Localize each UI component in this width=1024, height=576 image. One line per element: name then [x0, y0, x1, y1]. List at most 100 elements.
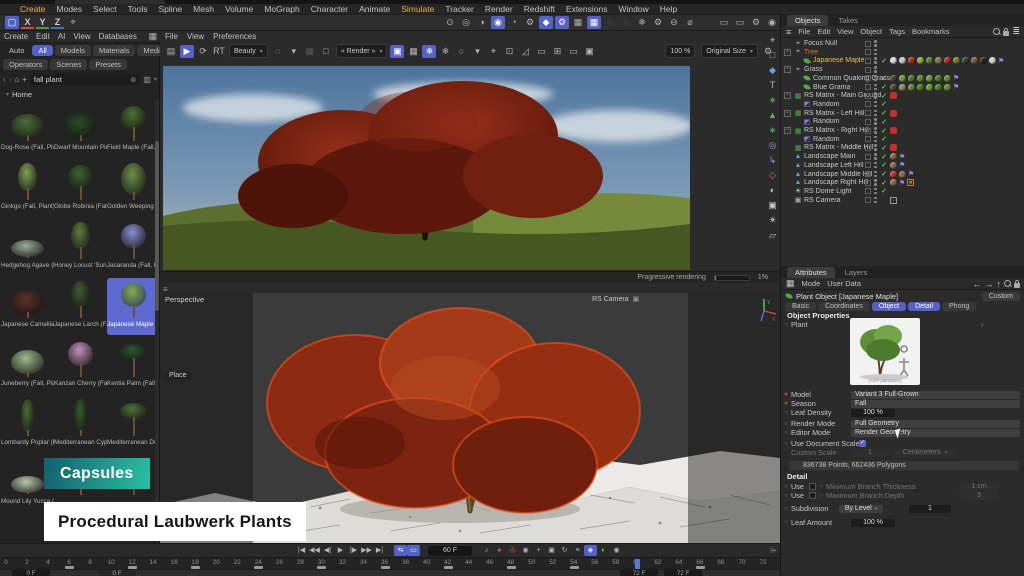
- expander-icon[interactable]: −: [784, 92, 791, 99]
- material-tag[interactable]: [890, 179, 897, 186]
- record-icon[interactable]: ●: [493, 545, 506, 556]
- pass-dropdown[interactable]: Beauty▾: [229, 44, 268, 58]
- attr-tabbtn-phong[interactable]: Phong: [942, 302, 976, 311]
- visibility-dots[interactable]: [874, 171, 877, 178]
- menu-create[interactable]: Create: [20, 4, 46, 14]
- object-row[interactable]: ▦RS Matrix - Middle Hill✓: [781, 143, 1024, 152]
- redshift-tag[interactable]: [890, 110, 897, 117]
- image-icon[interactable]: ▭: [534, 45, 548, 58]
- material-tag[interactable]: [908, 75, 915, 82]
- material-tag[interactable]: [890, 153, 897, 160]
- ab-menu-databases[interactable]: Databases: [99, 32, 137, 41]
- asset-item[interactable]: Japanese Larch (Fall, Pl...: [54, 278, 107, 335]
- visibility-dots[interactable]: [874, 92, 877, 99]
- object-row[interactable]: ▲Landscape Main✓⚑: [781, 152, 1024, 161]
- goto-end-icon[interactable]: ▶|: [373, 545, 386, 556]
- asset-item[interactable]: Mediterranean Cypres...: [54, 396, 107, 453]
- rendered-image[interactable]: [163, 66, 690, 270]
- region-arrow-icon[interactable]: ▾: [470, 45, 484, 58]
- visibility-dots[interactable]: [874, 57, 877, 64]
- material-tag[interactable]: [890, 57, 897, 64]
- picture-viewer-icon[interactable]: ▭: [566, 45, 580, 58]
- enabled-check[interactable]: ✓: [880, 187, 888, 195]
- max-branch-use-checkbox[interactable]: [809, 492, 816, 499]
- visibility-dots[interactable]: [874, 136, 877, 143]
- generator-icon[interactable]: ∗: [766, 94, 779, 107]
- object-row[interactable]: Common Quaking Grass✓⚑: [781, 74, 1024, 83]
- asset-item[interactable]: Lombardy Poplar (Fall...: [1, 396, 54, 453]
- layer-box[interactable]: [865, 128, 871, 134]
- menu-animate[interactable]: Animate: [359, 4, 390, 14]
- slope-icon[interactable]: ◿: [518, 45, 532, 58]
- size-dropdown[interactable]: Original Size▾: [701, 44, 758, 58]
- material-tag[interactable]: [944, 84, 951, 91]
- visibility-dots[interactable]: [874, 118, 877, 125]
- menu-help[interactable]: Help: [660, 4, 677, 14]
- asset-item[interactable]: Mediterranean Dwarf ...: [107, 396, 156, 453]
- object-row[interactable]: −⌖Tree: [781, 48, 1024, 57]
- object-row[interactable]: ◩Random✓: [781, 100, 1024, 109]
- subdivision-mode-dropdown[interactable]: By Level▾: [839, 505, 883, 513]
- material-tag[interactable]: [899, 57, 906, 64]
- render-settings-icon[interactable]: ⚙: [749, 16, 763, 29]
- snap-enable-icon[interactable]: ◉: [491, 16, 505, 29]
- enabled-check[interactable]: ✓: [880, 170, 888, 178]
- prev-key-icon[interactable]: ◀◀: [308, 545, 321, 556]
- end-frame-field[interactable]: 72 F: [664, 570, 702, 576]
- phong-tag[interactable]: ⚑: [908, 170, 914, 178]
- filter-tab-materials[interactable]: Materials: [93, 45, 135, 56]
- solo-on-icon[interactable]: ◉: [610, 545, 623, 556]
- end-frame-field[interactable]: 72 F: [620, 570, 658, 576]
- aov-icon[interactable]: ◌: [271, 45, 285, 58]
- layer-box[interactable]: [865, 101, 871, 107]
- attr-tabbtn-object[interactable]: Object: [872, 302, 906, 311]
- layer-box[interactable]: [865, 119, 871, 125]
- autokey-icon[interactable]: Ⓐ: [506, 545, 519, 556]
- asset-item[interactable]: Dwarf Mountain Pine (...: [54, 101, 107, 158]
- enabled-check[interactable]: ✓: [880, 100, 888, 108]
- snapshot-compare-icon[interactable]: ❄: [438, 45, 452, 58]
- spline-icon[interactable]: ◎: [766, 139, 779, 152]
- om-tab-takes[interactable]: Takes: [830, 15, 866, 26]
- pen-icon[interactable]: ▱: [766, 229, 779, 242]
- ab-menu-create[interactable]: Create: [4, 32, 28, 41]
- next-key-icon[interactable]: ▶▶: [360, 545, 373, 556]
- object-row[interactable]: −⌖Grass: [781, 65, 1024, 74]
- enabled-check[interactable]: ✓: [880, 127, 888, 135]
- material-tag[interactable]: [890, 162, 897, 169]
- enabled-check[interactable]: ✓: [880, 135, 888, 143]
- layer-box[interactable]: [865, 154, 871, 160]
- om-menu-object[interactable]: Object: [860, 27, 882, 36]
- ik-gear-icon[interactable]: ⚙: [523, 16, 537, 29]
- visibility-dots[interactable]: [874, 101, 877, 108]
- expander-icon[interactable]: −: [784, 66, 791, 73]
- attr-tab-layers[interactable]: Layers: [837, 267, 876, 278]
- record-parameter-icon[interactable]: ≡: [571, 545, 584, 556]
- ab-menu-edit[interactable]: Edit: [36, 32, 50, 41]
- coordinate-system-icon[interactable]: ⌖: [66, 16, 80, 29]
- enabled-check[interactable]: ✓: [880, 92, 888, 100]
- rv-menu-view[interactable]: View: [187, 32, 204, 41]
- dropdown-arrow-icon[interactable]: ▾: [287, 45, 301, 58]
- menu-mograph[interactable]: MoGraph: [264, 4, 299, 14]
- text-icon[interactable]: T: [766, 79, 779, 92]
- menu-tracker[interactable]: Tracker: [445, 4, 474, 14]
- menu-modes[interactable]: Modes: [57, 4, 83, 14]
- menu-simulate[interactable]: Simulate: [401, 4, 434, 14]
- material-tag[interactable]: [908, 84, 915, 91]
- cloner-icon[interactable]: ▲: [766, 109, 779, 122]
- prev-frame-icon[interactable]: ◀|: [321, 545, 334, 556]
- menu-redshift[interactable]: Redshift: [524, 4, 555, 14]
- material-tag[interactable]: [890, 75, 897, 82]
- object-row[interactable]: ⌖Focus Null: [781, 39, 1024, 48]
- visibility-dots[interactable]: [874, 49, 877, 56]
- add-icon[interactable]: +: [22, 75, 27, 84]
- object-row[interactable]: ☀RS Dome Light✓: [781, 187, 1024, 196]
- ab-menu-view[interactable]: View: [73, 32, 90, 41]
- lock-icon[interactable]: ▣: [390, 45, 404, 58]
- asset-item[interactable]: Japanese Camellia (Fal...: [1, 278, 54, 335]
- record-scale-icon[interactable]: ▣: [545, 545, 558, 556]
- preview-range-icon[interactable]: ▭: [407, 545, 420, 556]
- lock-icon[interactable]: [1014, 283, 1020, 288]
- om-menu-file[interactable]: File: [798, 27, 810, 36]
